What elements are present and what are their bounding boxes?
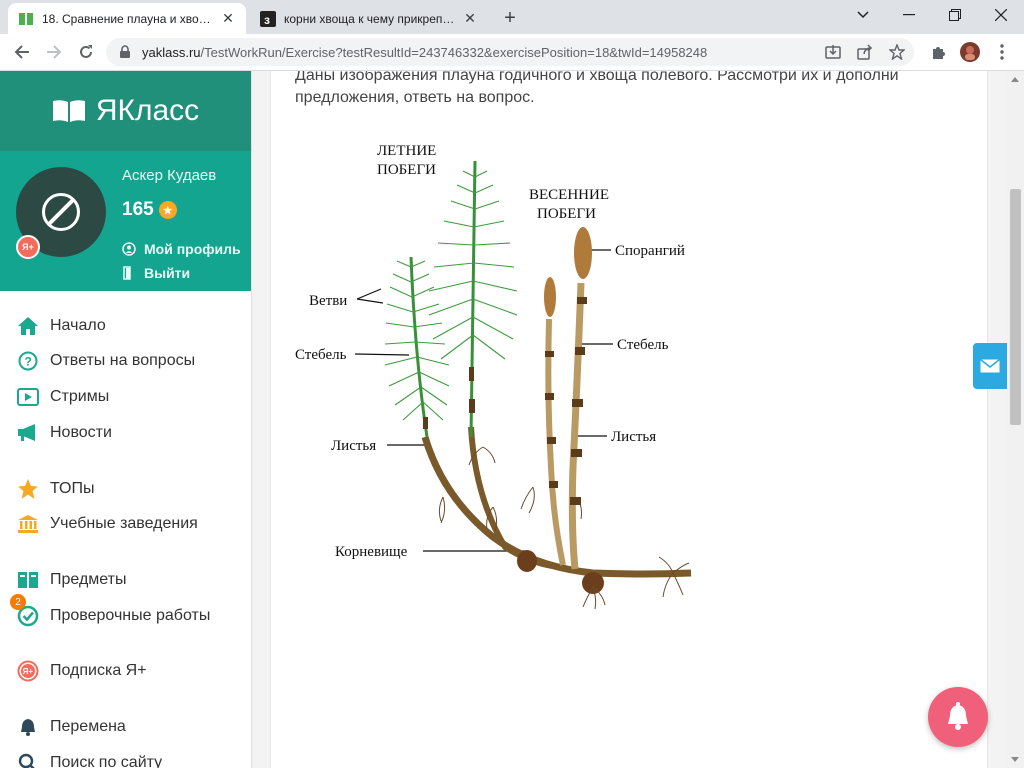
label-rhizome: Корневище	[335, 544, 408, 560]
scroll-up-arrow-icon[interactable]	[1011, 77, 1019, 82]
sidebar-item-streams[interactable]: Стримы	[0, 380, 251, 414]
sidebar-item-tests[interactable]: 2 Проверочные работы	[0, 594, 251, 633]
share-icon[interactable]	[856, 43, 874, 61]
label-leaves-left: Листья	[331, 438, 376, 454]
tab-close-icon[interactable]: ✕	[462, 10, 478, 27]
logout-link[interactable]: Выйти	[122, 265, 190, 281]
tab-strip: 18. Сравнение плауна и хвоща ✕ з корни х…	[0, 0, 1024, 34]
install-app-icon[interactable]	[824, 43, 842, 61]
score-star-icon: ★	[158, 201, 177, 219]
reload-icon[interactable]	[74, 40, 98, 64]
megaphone-icon	[16, 421, 40, 445]
notifications-button[interactable]	[928, 687, 988, 747]
minimize-icon[interactable]	[886, 0, 932, 30]
tab-active[interactable]: 18. Сравнение плауна и хвоща ✕	[8, 3, 246, 34]
extensions-puzzle-icon[interactable]	[928, 42, 948, 62]
page-scrollbar[interactable]	[1007, 71, 1024, 768]
open-book-icon	[52, 100, 85, 122]
label-summer-2: ПОБЕГИ	[377, 162, 436, 178]
my-profile-link[interactable]: Мой профиль	[122, 241, 241, 257]
profile-avatar-icon[interactable]	[960, 42, 980, 62]
mail-icon	[980, 359, 1000, 373]
tab-search-chevron-icon[interactable]	[840, 0, 886, 30]
label-branches: Ветви	[309, 293, 347, 309]
sidebar-item-subscription[interactable]: Я+ Подписка Я+	[0, 654, 251, 688]
user-circle-icon	[122, 242, 136, 256]
bell-notification-icon	[948, 702, 968, 730]
bookmark-star-icon[interactable]	[888, 43, 906, 61]
svg-text:Я+: Я+	[23, 667, 34, 676]
scroll-down-arrow-icon[interactable]	[1011, 757, 1019, 762]
logout-icon	[123, 266, 131, 280]
restore-icon[interactable]	[932, 0, 978, 30]
browser-toolbar: yaklass.ru/TestWorkRun/Exercise?testResu…	[0, 34, 1024, 71]
play-icon	[16, 385, 40, 409]
brand-logo[interactable]: ЯКласс	[0, 71, 251, 151]
back-icon[interactable]	[10, 40, 34, 64]
user-name: Аскер Кудаев	[122, 167, 217, 184]
tab-inactive[interactable]: з корни хвоща к чему прикрепле ✕	[250, 3, 488, 34]
search-icon	[16, 751, 40, 768]
sidebar-item-schools[interactable]: Учебные заведения	[0, 507, 251, 541]
yaklass-favicon-icon	[18, 11, 34, 27]
check-icon: 2	[10, 594, 40, 628]
horsetail-illustration: ЛЕТНИЕ ПОБЕГИ ВЕСЕННИЕ ПОБЕГИ Ветви Стеб…	[295, 143, 692, 610]
sidebar-item-answers[interactable]: ? Ответы на вопросы	[0, 344, 251, 378]
yaplus-icon: Я+	[16, 659, 40, 683]
svg-text:з: з	[264, 13, 270, 27]
sidebar: ЯКласс Я+ Аскер Кудаев 165 ★ Мой профиль…	[0, 71, 252, 768]
tab-title: 18. Сравнение плауна и хвоща	[42, 11, 214, 26]
home-icon	[16, 314, 40, 338]
label-leaves-right: Листья	[611, 429, 656, 445]
user-profile-card: Я+ Аскер Кудаев 165 ★ Мой профиль Выйти	[0, 151, 251, 291]
school-icon	[16, 512, 40, 536]
label-spring-1: ВЕСЕННИЕ	[529, 187, 609, 203]
label-summer-1: ЛЕТНИЕ	[377, 143, 436, 159]
label-stem-left: Стебель	[295, 347, 347, 363]
sidebar-item-news[interactable]: Новости	[0, 416, 251, 450]
url-text: yaklass.ru/TestWorkRun/Exercise?testResu…	[142, 44, 708, 60]
tests-count-badge: 2	[10, 594, 26, 610]
sidebar-item-subjects[interactable]: Предметы	[0, 563, 251, 597]
tab-close-icon[interactable]: ✕	[220, 10, 236, 27]
label-sporangium: Спорангий	[615, 243, 685, 259]
label-spring-2: ПОБЕГИ	[537, 206, 596, 222]
books-icon	[16, 568, 40, 592]
star-icon	[16, 477, 40, 501]
forward-icon[interactable]	[42, 40, 66, 64]
user-score: 165 ★	[122, 199, 177, 221]
browser-menu-icon[interactable]	[992, 42, 1012, 62]
label-stem-right: Стебель	[617, 337, 669, 353]
brand-name: ЯКласс	[95, 94, 200, 127]
z-favicon-icon: з	[260, 10, 276, 27]
sidebar-item-break[interactable]: Перемена	[0, 710, 251, 744]
lock-icon	[120, 45, 130, 58]
window-close-icon[interactable]	[978, 0, 1024, 30]
svg-text:?: ?	[25, 355, 32, 369]
address-bar[interactable]: yaklass.ru/TestWorkRun/Exercise?testResu…	[106, 38, 914, 66]
tab-title: корни хвоща к чему прикрепле	[284, 11, 456, 26]
yaplus-badge: Я+	[16, 235, 40, 259]
sidebar-item-search[interactable]: Поиск по сайту	[0, 746, 251, 768]
exercise-intro-text: Даны изображения плауна годичного и хвощ…	[295, 71, 899, 106]
question-icon: ?	[16, 349, 40, 373]
sidebar-item-tops[interactable]: ТОПы	[0, 472, 251, 506]
scroll-thumb[interactable]	[1010, 189, 1021, 425]
bell-icon	[16, 715, 40, 739]
feedback-mail-button[interactable]	[973, 343, 1007, 389]
sidebar-item-home[interactable]: Начало	[0, 309, 251, 343]
no-avatar-icon	[42, 193, 80, 231]
exercise-content: Даны изображения плауна годичного и хвощ…	[270, 71, 988, 768]
new-tab-icon[interactable]: +	[498, 6, 522, 30]
